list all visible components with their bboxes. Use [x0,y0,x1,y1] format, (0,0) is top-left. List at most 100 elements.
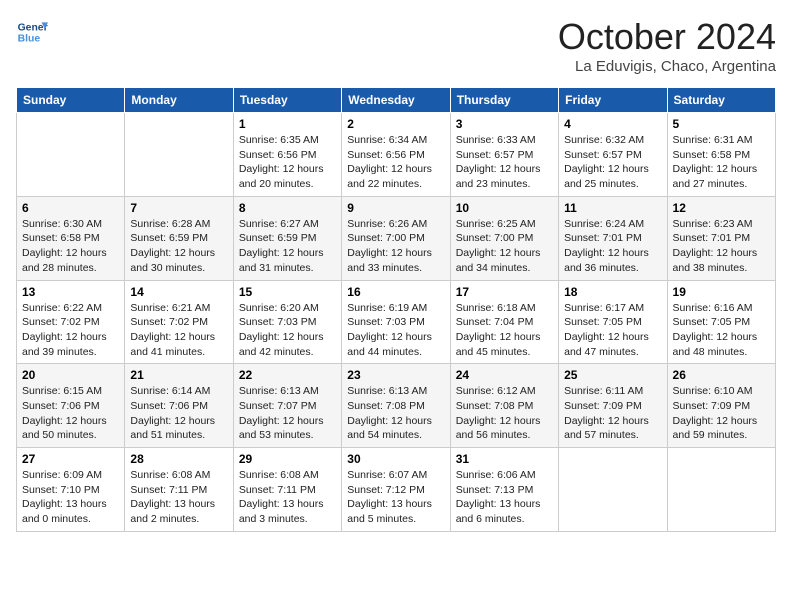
svg-text:Blue: Blue [18,34,41,45]
day-number: 27 [22,452,119,466]
location-title: La Eduvigis, Chaco, Argentina [558,58,776,75]
day-number: 5 [673,117,770,131]
weekday-header-cell: Wednesday [342,88,450,113]
calendar-cell: 8Sunrise: 6:27 AM Sunset: 6:59 PM Daylig… [233,196,341,280]
calendar-cell: 19 Sunrise: 6:16 AM Sunset: 7:05 PM Dayli… [667,280,775,364]
calendar-cell: 2 Sunrise: 6:34 AM Sunset: 6:56 PM Daylig… [342,113,450,197]
day-number: 28 [130,452,227,466]
day-number: 9 [347,201,444,215]
day-content: Sunrise: 6:20 AM Sunset: 7:03 PM Dayligh… [239,301,336,360]
day-number: 23 [347,368,444,382]
day-content: Sunrise: 6:12 AM Sunset: 7:08 PM Dayligh… [456,384,553,443]
weekday-header-cell: Sunday [17,88,125,113]
day-content: Sunrise: 6:27 AM Sunset: 6:59 PM Dayligh… [239,217,336,276]
calendar-table: SundayMondayTuesdayWednesdayThursdayFrid… [16,87,776,532]
day-number: 21 [130,368,227,382]
day-content: Sunrise: 6:08 AM Sunset: 7:11 PM Dayligh… [239,468,336,527]
calendar-week-row: 1 Sunrise: 6:35 AM Sunset: 6:56 PM Daylig… [17,113,776,197]
day-content: Sunrise: 6:28 AM Sunset: 6:59 PM Dayligh… [130,217,227,276]
calendar-cell: 21 Sunrise: 6:14 AM Sunset: 7:06 PM Dayli… [125,364,233,448]
logo: General Blue [16,16,48,48]
day-content: Sunrise: 6:24 AM Sunset: 7:01 PM Dayligh… [564,217,661,276]
day-number: 12 [673,201,770,215]
day-number: 20 [22,368,119,382]
weekday-header-cell: Thursday [450,88,558,113]
day-content: Sunrise: 6:19 AM Sunset: 7:03 PM Dayligh… [347,301,444,360]
calendar-cell: 17Sunrise: 6:18 AM Sunset: 7:04 PM Dayli… [450,280,558,364]
day-number: 13 [22,285,119,299]
title-block: October 2024 La Eduvigis, Chaco, Argenti… [558,16,776,75]
day-number: 15 [239,285,336,299]
weekday-header-cell: Friday [559,88,667,113]
day-content: Sunrise: 6:15 AM Sunset: 7:06 PM Dayligh… [22,384,119,443]
calendar-cell: 29 Sunrise: 6:08 AM Sunset: 7:11 PM Dayli… [233,448,341,532]
day-number: 31 [456,452,553,466]
day-content: Sunrise: 6:26 AM Sunset: 7:00 PM Dayligh… [347,217,444,276]
day-number: 16 [347,285,444,299]
day-number: 19 [673,285,770,299]
day-number: 3 [456,117,553,131]
day-content: Sunrise: 6:34 AM Sunset: 6:56 PM Dayligh… [347,133,444,192]
day-number: 7 [130,201,227,215]
day-content: Sunrise: 6:11 AM Sunset: 7:09 PM Dayligh… [564,384,661,443]
calendar-cell: 15 Sunrise: 6:20 AM Sunset: 7:03 PM Dayli… [233,280,341,364]
day-content: Sunrise: 6:06 AM Sunset: 7:13 PM Dayligh… [456,468,553,527]
day-number: 29 [239,452,336,466]
calendar-cell: 7 Sunrise: 6:28 AM Sunset: 6:59 PM Daylig… [125,196,233,280]
day-number: 1 [239,117,336,131]
calendar-cell [667,448,775,532]
day-content: Sunrise: 6:31 AM Sunset: 6:58 PM Dayligh… [673,133,770,192]
day-content: Sunrise: 6:21 AM Sunset: 7:02 PM Dayligh… [130,301,227,360]
calendar-week-row: 13 Sunrise: 6:22 AM Sunset: 7:02 PM Dayli… [17,280,776,364]
calendar-cell [17,113,125,197]
day-content: Sunrise: 6:30 AM Sunset: 6:58 PM Dayligh… [22,217,119,276]
calendar-cell: 14 Sunrise: 6:21 AM Sunset: 7:02 PM Dayli… [125,280,233,364]
calendar-cell: 9 Sunrise: 6:26 AM Sunset: 7:00 PM Daylig… [342,196,450,280]
day-content: Sunrise: 6:17 AM Sunset: 7:05 PM Dayligh… [564,301,661,360]
day-number: 2 [347,117,444,131]
calendar-cell: 13 Sunrise: 6:22 AM Sunset: 7:02 PM Dayli… [17,280,125,364]
calendar-cell: 16 Sunrise: 6:19 AM Sunset: 7:03 PM Dayli… [342,280,450,364]
logo-icon: General Blue [16,16,48,48]
calendar-week-row: 27 Sunrise: 6:09 AM Sunset: 7:10 PM Dayli… [17,448,776,532]
day-content: Sunrise: 6:08 AM Sunset: 7:11 PM Dayligh… [130,468,227,527]
day-number: 18 [564,285,661,299]
day-content: Sunrise: 6:09 AM Sunset: 7:10 PM Dayligh… [22,468,119,527]
calendar-cell: 3Sunrise: 6:33 AM Sunset: 6:57 PM Daylig… [450,113,558,197]
day-content: Sunrise: 6:32 AM Sunset: 6:57 PM Dayligh… [564,133,661,192]
weekday-header-cell: Saturday [667,88,775,113]
day-content: Sunrise: 6:25 AM Sunset: 7:00 PM Dayligh… [456,217,553,276]
calendar-cell: 26 Sunrise: 6:10 AM Sunset: 7:09 PM Dayli… [667,364,775,448]
day-content: Sunrise: 6:07 AM Sunset: 7:12 PM Dayligh… [347,468,444,527]
day-number: 24 [456,368,553,382]
day-content: Sunrise: 6:13 AM Sunset: 7:07 PM Dayligh… [239,384,336,443]
day-content: Sunrise: 6:23 AM Sunset: 7:01 PM Dayligh… [673,217,770,276]
day-content: Sunrise: 6:22 AM Sunset: 7:02 PM Dayligh… [22,301,119,360]
day-number: 14 [130,285,227,299]
day-content: Sunrise: 6:18 AM Sunset: 7:04 PM Dayligh… [456,301,553,360]
day-number: 6 [22,201,119,215]
calendar-cell: 24 Sunrise: 6:12 AM Sunset: 7:08 PM Dayli… [450,364,558,448]
day-number: 25 [564,368,661,382]
weekday-header-cell: Monday [125,88,233,113]
calendar-cell: 20 Sunrise: 6:15 AM Sunset: 7:06 PM Dayli… [17,364,125,448]
day-number: 4 [564,117,661,131]
day-content: Sunrise: 6:14 AM Sunset: 7:06 PM Dayligh… [130,384,227,443]
calendar-cell: 4 Sunrise: 6:32 AM Sunset: 6:57 PM Daylig… [559,113,667,197]
calendar-cell: 30Sunrise: 6:07 AM Sunset: 7:12 PM Dayli… [342,448,450,532]
calendar-cell [125,113,233,197]
calendar-week-row: 6 Sunrise: 6:30 AM Sunset: 6:58 PM Daylig… [17,196,776,280]
month-title: October 2024 [558,16,776,58]
calendar-cell: 6 Sunrise: 6:30 AM Sunset: 6:58 PM Daylig… [17,196,125,280]
day-content: Sunrise: 6:35 AM Sunset: 6:56 PM Dayligh… [239,133,336,192]
day-number: 10 [456,201,553,215]
page-header: General Blue October 2024 La Eduvigis, C… [16,16,776,75]
weekday-header-cell: Tuesday [233,88,341,113]
day-content: Sunrise: 6:16 AM Sunset: 7:05 PM Dayligh… [673,301,770,360]
day-content: Sunrise: 6:13 AM Sunset: 7:08 PM Dayligh… [347,384,444,443]
calendar-cell: 27 Sunrise: 6:09 AM Sunset: 7:10 PM Dayli… [17,448,125,532]
day-content: Sunrise: 6:10 AM Sunset: 7:09 PM Dayligh… [673,384,770,443]
day-number: 22 [239,368,336,382]
day-number: 26 [673,368,770,382]
day-number: 11 [564,201,661,215]
